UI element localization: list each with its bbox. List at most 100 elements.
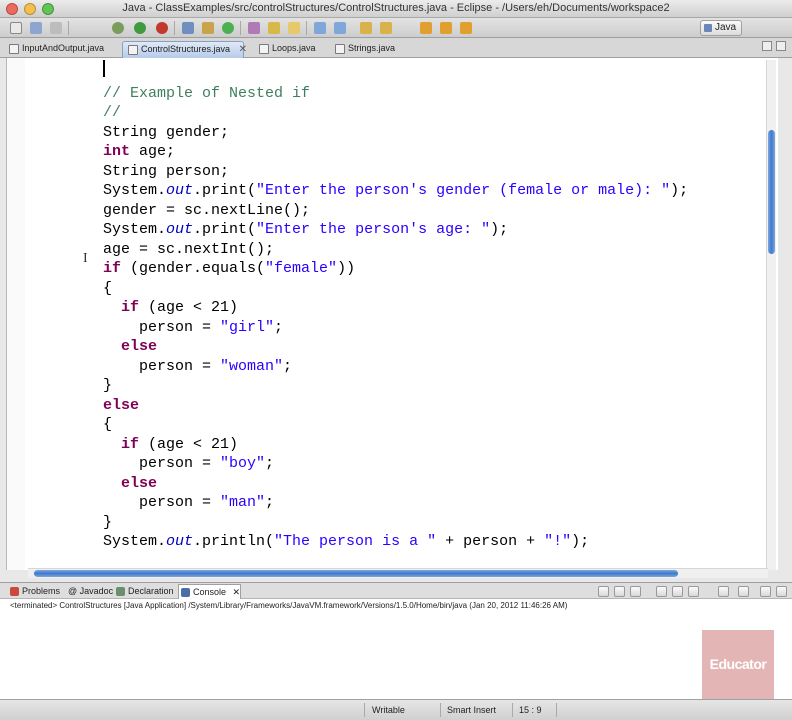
tab-console[interactable]: Console ✕ [178, 584, 242, 599]
code-editor[interactable]: I // Example of Nested if // String gender… [6, 58, 778, 570]
annotation-icon[interactable] [288, 22, 300, 34]
code-line[interactable]: person = "man"; [103, 493, 688, 513]
display-console-icon[interactable] [718, 586, 729, 597]
code-token: } [103, 377, 113, 394]
close-console-icon[interactable]: ✕ [233, 587, 241, 597]
code-token: ; [265, 455, 275, 472]
maximize-panel-icon[interactable] [776, 586, 787, 597]
code-line[interactable]: System.out.println("The person is a " + … [103, 532, 688, 552]
code-line[interactable]: person = "girl"; [103, 318, 688, 338]
code-token: if [103, 260, 122, 277]
remove-launch-icon[interactable] [614, 586, 625, 597]
tab-label: ControlStructures.java [141, 44, 231, 54]
code-token: "man" [220, 494, 266, 511]
next-annotation-icon[interactable] [314, 22, 326, 34]
code-line[interactable]: String person; [103, 162, 688, 182]
ibeam-cursor-icon: I [83, 251, 88, 266]
code-line[interactable]: person = "boy"; [103, 454, 688, 474]
scroll-lock-icon[interactable] [672, 586, 683, 597]
java-perspective-button[interactable]: Java [700, 20, 742, 36]
editor-horizontal-scrollbar[interactable] [28, 568, 768, 578]
previous-annotation-icon[interactable] [334, 22, 346, 34]
tab-loops[interactable]: Loops.java [254, 41, 316, 58]
bottom-panel-tab-bar: Problems @ Javadoc Declaration Console ✕ [0, 582, 792, 599]
run-icon[interactable] [134, 22, 146, 34]
code-line[interactable]: { [103, 279, 688, 299]
console-launch-status: <terminated> ControlStructures [Java App… [10, 601, 568, 610]
code-token: { [103, 416, 113, 433]
debug-icon[interactable] [112, 22, 124, 34]
code-token: age; [130, 143, 176, 160]
code-token: (age < 21) [139, 299, 239, 316]
external-tools-icon[interactable] [156, 22, 168, 34]
code-token: .print( [193, 182, 257, 199]
code-line[interactable]: // Example of Nested if [103, 84, 688, 104]
tab-input-and-output[interactable]: InputAndOutput.java [4, 41, 104, 58]
code-token: person = [103, 455, 221, 472]
print-icon[interactable] [50, 22, 62, 34]
close-tab-icon[interactable]: ✕ [239, 44, 247, 55]
terminate-icon[interactable] [598, 586, 609, 597]
minimize-panel-icon[interactable] [760, 586, 771, 597]
code-line[interactable]: if (gender.equals("female")) [103, 259, 688, 279]
code-token: (gender.equals( [121, 260, 266, 277]
code-line[interactable]: // [103, 103, 688, 123]
save-icon[interactable] [30, 22, 42, 34]
code-token: else [121, 474, 158, 492]
history-back-icon[interactable] [440, 22, 452, 34]
code-token: "The person is a " [274, 533, 437, 550]
open-console-icon[interactable] [738, 586, 749, 597]
pin-console-icon[interactable] [688, 586, 699, 597]
maximize-editor-icon[interactable] [776, 41, 786, 51]
code-line[interactable]: if (age < 21) [103, 435, 688, 455]
code-line[interactable]: { [103, 415, 688, 435]
code-line[interactable]: gender = sc.nextLine(); [103, 201, 688, 221]
code-token: "Enter the person's age: " [256, 221, 491, 238]
code-line[interactable]: String gender; [103, 123, 688, 143]
search-icon[interactable] [268, 22, 280, 34]
console-view[interactable]: <terminated> ControlStructures [Java App… [0, 599, 792, 699]
open-type-icon[interactable] [248, 22, 260, 34]
code-line[interactable]: if (age < 21) [103, 298, 688, 318]
source-code[interactable]: // Example of Nested if//String gender; i… [103, 64, 688, 552]
tab-control-structures[interactable]: ControlStructures.java ✕ [122, 41, 247, 58]
tab-label: @ Javadoc [68, 586, 114, 596]
code-line[interactable]: System.out.print("Enter the person's age… [103, 220, 688, 240]
code-line[interactable]: age = sc.nextInt(); [103, 240, 688, 260]
new-class-icon[interactable] [222, 22, 234, 34]
code-line[interactable]: } [103, 513, 688, 533]
code-line[interactable]: else [103, 337, 688, 357]
code-line[interactable]: int age; [103, 142, 688, 162]
new-icon[interactable] [10, 22, 22, 34]
tab-strings[interactable]: Strings.java [330, 41, 395, 58]
clear-console-icon[interactable] [656, 586, 667, 597]
code-token: person = [103, 357, 221, 375]
tab-javadoc[interactable]: @ Javadoc [64, 584, 113, 599]
history-forward-icon[interactable] [460, 22, 472, 34]
code-token: if [121, 435, 140, 453]
editor-vertical-scrollbar[interactable] [766, 60, 776, 570]
tab-problems[interactable]: Problems [8, 584, 60, 599]
code-line[interactable]: } [103, 376, 688, 396]
last-edit-icon[interactable] [420, 22, 432, 34]
console-icon [181, 588, 190, 597]
code-token: ); [490, 221, 509, 238]
minimize-editor-icon[interactable] [762, 41, 772, 51]
code-line[interactable] [103, 64, 688, 84]
back-icon[interactable] [360, 22, 372, 34]
tab-declaration[interactable]: Declaration [114, 584, 174, 599]
remove-all-launches-icon[interactable] [630, 586, 641, 597]
code-line[interactable]: else [103, 396, 688, 416]
vertical-scroll-thumb[interactable] [768, 130, 775, 254]
tab-label: InputAndOutput.java [22, 43, 105, 53]
horizontal-scroll-thumb[interactable] [34, 570, 678, 577]
new-package-icon[interactable] [202, 22, 214, 34]
forward-icon[interactable] [380, 22, 392, 34]
code-line[interactable]: else [103, 474, 688, 494]
code-line[interactable]: person = "woman"; [103, 357, 688, 377]
code-line[interactable]: System.out.print("Enter the person's gen… [103, 181, 688, 201]
code-token: System. [103, 182, 167, 199]
new-java-project-icon[interactable] [182, 22, 194, 34]
code-token: System. [103, 533, 167, 550]
